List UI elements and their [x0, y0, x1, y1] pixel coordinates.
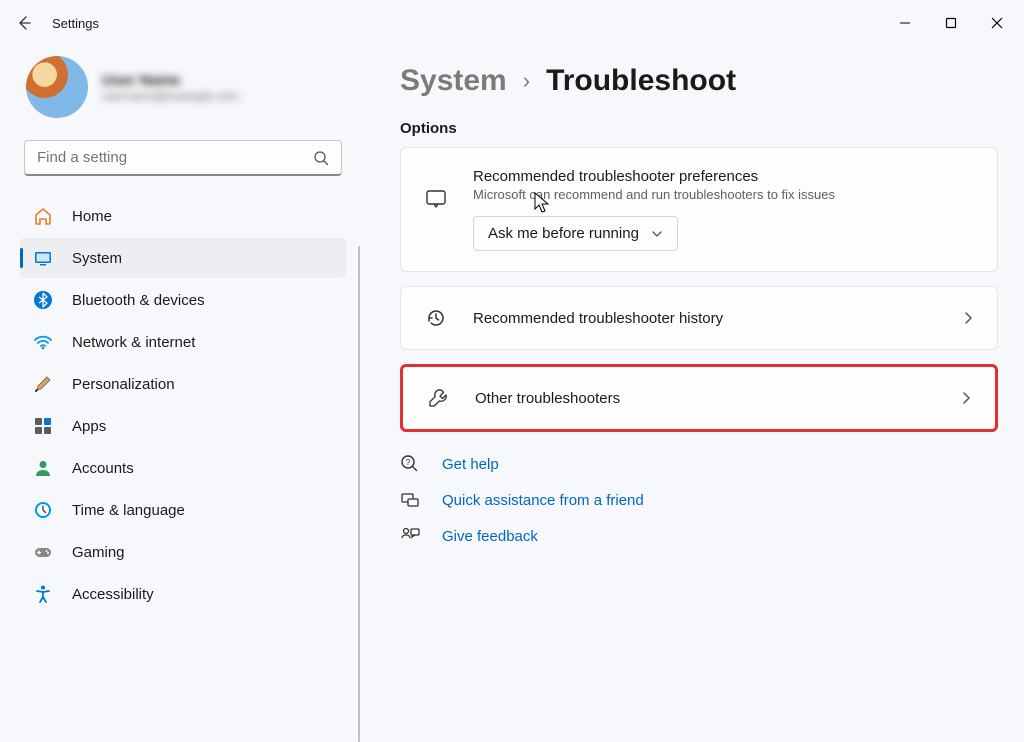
- nav-label: Accounts: [72, 460, 134, 477]
- nav-label: System: [72, 250, 122, 267]
- breadcrumb-current: Troubleshoot: [546, 64, 736, 98]
- link-text[interactable]: Give feedback: [442, 528, 538, 545]
- card-title: Other troubleshooters: [475, 390, 935, 407]
- nav-gaming[interactable]: Gaming: [20, 532, 346, 572]
- breadcrumb-parent[interactable]: System: [400, 64, 507, 98]
- nav-home[interactable]: Home: [20, 196, 346, 236]
- card-subtitle: Microsoft can recommend and run troubles…: [473, 187, 975, 202]
- nav-label: Personalization: [72, 376, 175, 393]
- card-troubleshooter-history[interactable]: Recommended troubleshooter history: [400, 286, 998, 350]
- avatar: [26, 56, 88, 118]
- nav-label: Network & internet: [72, 334, 195, 351]
- dropdown-value: Ask me before running: [488, 225, 639, 242]
- history-icon: [423, 307, 449, 329]
- card-title: Recommended troubleshooter history: [473, 310, 937, 327]
- search-box[interactable]: [24, 140, 342, 176]
- nav: Home System Bluetooth & devices Network …: [20, 196, 346, 614]
- scrollbar[interactable]: [358, 246, 360, 742]
- system-icon: [32, 247, 54, 269]
- nav-accessibility[interactable]: Accessibility: [20, 574, 346, 614]
- maximize-button[interactable]: [928, 3, 974, 43]
- accessibility-icon: [32, 583, 54, 605]
- feedback-icon: [400, 526, 422, 546]
- user-account[interactable]: User Name username@example.com: [20, 46, 346, 134]
- breadcrumb: System › Troubleshoot: [400, 64, 998, 98]
- options-label: Options: [400, 120, 998, 137]
- svg-text:?: ?: [406, 458, 411, 467]
- clock-icon: [32, 499, 54, 521]
- chevron-right-icon: ›: [523, 68, 530, 94]
- main-content: System › Troubleshoot Options Recommende…: [360, 46, 1024, 742]
- nav-personalization[interactable]: Personalization: [20, 364, 346, 404]
- chevron-down-icon: [651, 228, 663, 240]
- window-title: Settings: [52, 16, 99, 31]
- preferences-dropdown[interactable]: Ask me before running: [473, 216, 678, 251]
- titlebar: Settings: [0, 0, 1024, 46]
- nav-label: Gaming: [72, 544, 125, 561]
- user-email: username@example.com: [102, 89, 239, 103]
- wrench-icon: [425, 387, 451, 409]
- close-button[interactable]: [974, 3, 1020, 43]
- card-recommended-preferences: Recommended troubleshooter preferences M…: [400, 147, 998, 272]
- chat-icon: [423, 188, 449, 210]
- link-text[interactable]: Get help: [442, 456, 499, 473]
- nav-network[interactable]: Network & internet: [20, 322, 346, 362]
- nav-label: Apps: [72, 418, 106, 435]
- nav-system[interactable]: System: [20, 238, 346, 278]
- minimize-button[interactable]: [882, 3, 928, 43]
- nav-apps[interactable]: Apps: [20, 406, 346, 446]
- card-other-troubleshooters[interactable]: Other troubleshooters: [400, 364, 998, 432]
- user-name: User Name: [102, 72, 239, 89]
- link-get-help[interactable]: ? Get help: [400, 454, 998, 474]
- person-icon: [32, 457, 54, 479]
- wifi-icon: [32, 331, 54, 353]
- nav-label: Bluetooth & devices: [72, 292, 205, 309]
- sidebar: User Name username@example.com Home Syst…: [0, 46, 360, 742]
- chevron-right-icon: [959, 391, 973, 405]
- help-links: ? Get help Quick assistance from a frien…: [400, 454, 998, 546]
- nav-label: Time & language: [72, 502, 185, 519]
- gamepad-icon: [32, 541, 54, 563]
- brush-icon: [32, 373, 54, 395]
- link-quick-assist[interactable]: Quick assistance from a friend: [400, 490, 998, 510]
- window-controls: [882, 3, 1020, 43]
- nav-bluetooth[interactable]: Bluetooth & devices: [20, 280, 346, 320]
- card-title: Recommended troubleshooter preferences: [473, 168, 975, 185]
- nav-label: Accessibility: [72, 586, 154, 603]
- help-icon: ?: [400, 454, 422, 474]
- nav-accounts[interactable]: Accounts: [20, 448, 346, 488]
- home-icon: [32, 205, 54, 227]
- back-button[interactable]: [4, 3, 44, 43]
- screens-icon: [400, 490, 422, 510]
- bluetooth-icon: [32, 289, 54, 311]
- nav-time[interactable]: Time & language: [20, 490, 346, 530]
- link-feedback[interactable]: Give feedback: [400, 526, 998, 546]
- search-icon: [313, 150, 329, 166]
- link-text[interactable]: Quick assistance from a friend: [442, 492, 644, 509]
- apps-icon: [32, 415, 54, 437]
- chevron-right-icon: [961, 311, 975, 325]
- nav-label: Home: [72, 208, 112, 225]
- search-input[interactable]: [37, 149, 313, 166]
